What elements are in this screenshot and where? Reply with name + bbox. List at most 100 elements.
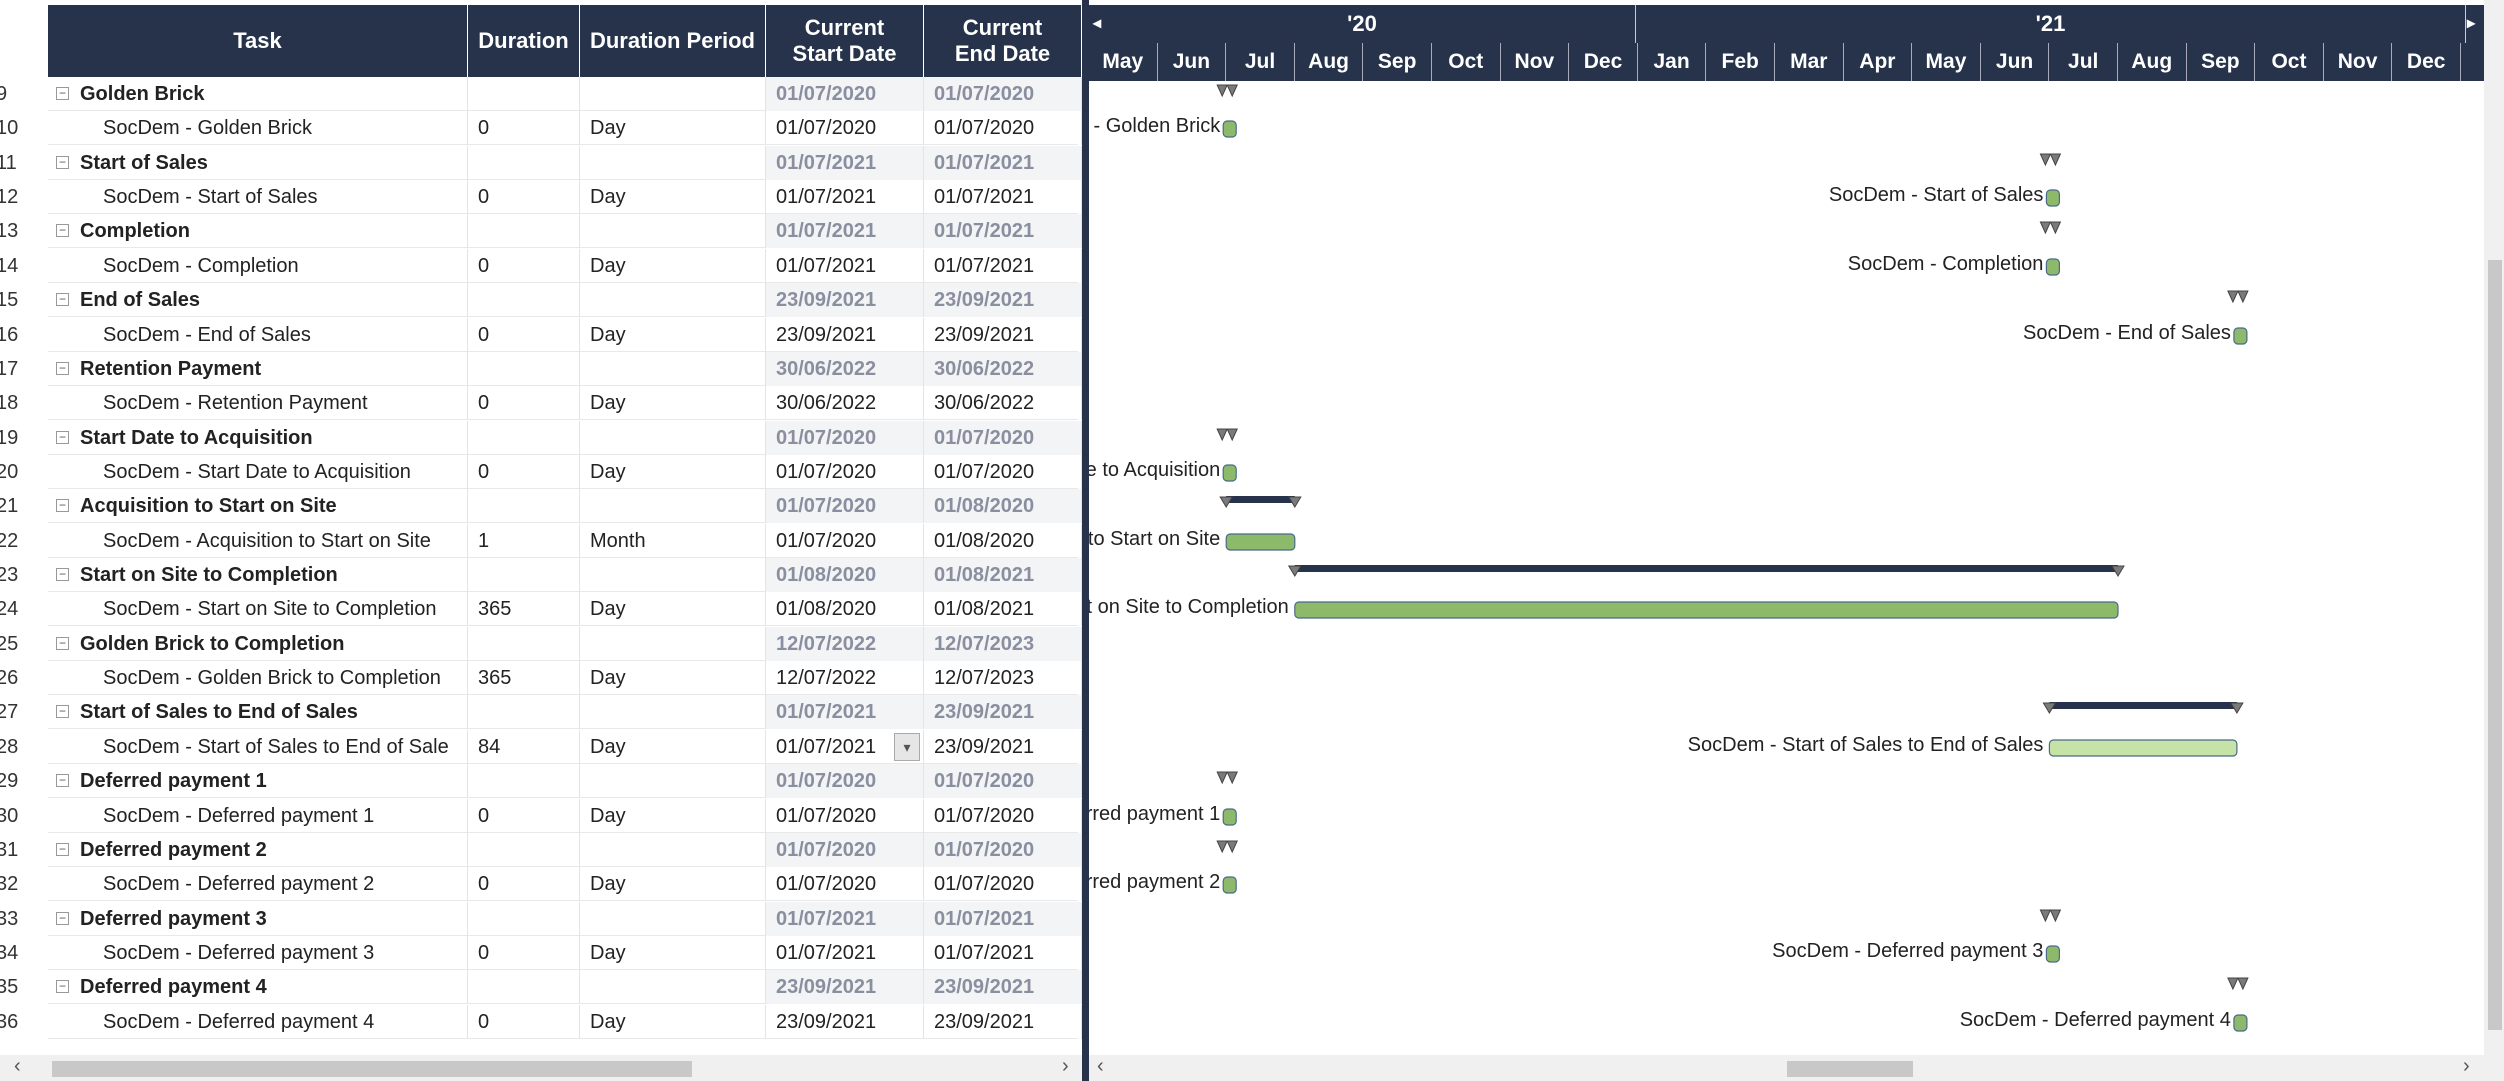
cell-start[interactable]: 01/07/2021 — [766, 936, 924, 970]
cell-start[interactable]: 30/06/2022 — [766, 386, 924, 420]
cell-end[interactable]: 01/07/2020 — [924, 799, 1082, 833]
cell-start[interactable]: 01/07/2021 — [766, 214, 924, 248]
cell-end[interactable]: 30/06/2022 — [924, 352, 1082, 386]
group-row[interactable]: Golden Brick 01/07/2020 01/07/2020 − — [48, 77, 1082, 111]
cell-duration[interactable]: 84 — [468, 730, 580, 764]
cell-duration[interactable]: 0 — [468, 1005, 580, 1039]
cell-start[interactable]: 01/08/2020 — [766, 558, 924, 592]
cell-duration[interactable] — [468, 558, 580, 592]
cell-period[interactable] — [580, 833, 766, 867]
task-row[interactable]: SocDem - Start on Site to Completion 365 D… — [48, 592, 1082, 626]
cell-period[interactable] — [580, 558, 766, 592]
cell-start[interactable]: 01/07/2021 — [766, 180, 924, 214]
cell-end[interactable]: 23/09/2021 — [924, 1005, 1082, 1039]
cell-start[interactable]: 01/07/2021 — [766, 146, 924, 180]
cell-end[interactable]: 23/09/2021 — [924, 283, 1082, 317]
cell-task[interactable]: SocDem - Start of Sales to End of Sale — [48, 730, 468, 764]
collapse-minus-icon[interactable]: − — [56, 568, 69, 581]
cell-task[interactable]: SocDem - Retention Payment — [48, 386, 468, 420]
cell-period[interactable]: Day — [580, 249, 766, 283]
group-row[interactable]: End of Sales 23/09/2021 23/09/2021 − — [48, 283, 1082, 317]
cell-task[interactable]: SocDem - End of Sales — [48, 318, 468, 352]
collapse-minus-icon[interactable]: − — [56, 637, 69, 650]
grid-scrollbar-thumb[interactable] — [52, 1061, 692, 1077]
cell-duration[interactable] — [468, 833, 580, 867]
cell-period[interactable] — [580, 421, 766, 455]
group-row[interactable]: Start of Sales 01/07/2021 01/07/2021 − — [48, 146, 1082, 180]
task-bar[interactable] — [2045, 258, 2061, 276]
cell-end[interactable]: 01/07/2021 — [924, 180, 1082, 214]
cell-task[interactable]: SocDem - Completion — [48, 249, 468, 283]
pane-splitter[interactable] — [1082, 0, 1089, 1081]
cell-end[interactable]: 12/07/2023 — [924, 627, 1082, 661]
milestone-marker[interactable] — [2227, 977, 2249, 991]
cell-start[interactable]: 01/07/2020 — [766, 764, 924, 798]
collapse-minus-icon[interactable]: − — [56, 362, 69, 375]
cell-period[interactable]: Day — [580, 592, 766, 626]
collapse-minus-icon[interactable]: − — [56, 980, 69, 993]
cell-duration[interactable] — [468, 352, 580, 386]
cell-task[interactable]: End of Sales — [48, 283, 468, 317]
cell-period[interactable]: Day — [580, 730, 766, 764]
task-row[interactable]: SocDem - Start of Sales 0 Day 01/07/2021 01/… — [48, 180, 1082, 214]
column-header-duration-period[interactable]: Duration Period — [580, 5, 766, 77]
cell-end[interactable]: 01/07/2020 — [924, 421, 1082, 455]
cell-start[interactable]: 01/07/2020 — [766, 867, 924, 901]
cell-task[interactable]: SocDem - Golden Brick — [48, 111, 468, 145]
cell-end[interactable]: 23/09/2021 — [924, 695, 1082, 729]
cell-end[interactable]: 01/07/2020 — [924, 111, 1082, 145]
cell-start[interactable]: 23/09/2021 — [766, 970, 924, 1004]
cell-period[interactable]: Day — [580, 455, 766, 489]
cell-end[interactable]: 01/07/2021 — [924, 902, 1082, 936]
group-row[interactable]: Deferred payment 4 23/09/2021 23/09/2021 − — [48, 970, 1082, 1004]
milestone-marker[interactable] — [2039, 221, 2062, 235]
cell-end[interactable]: 01/07/2021 — [924, 936, 1082, 970]
cell-start[interactable]: 12/07/2022 — [766, 661, 924, 695]
cell-period[interactable]: Day — [580, 386, 766, 420]
task-row[interactable]: SocDem - Golden Brick to Completion 365 Da… — [48, 661, 1082, 695]
group-row[interactable]: Deferred payment 2 01/07/2020 01/07/2020 − — [48, 833, 1082, 867]
cell-end[interactable]: 01/08/2020 — [924, 489, 1082, 523]
cell-duration[interactable] — [468, 902, 580, 936]
cell-task[interactable]: Deferred payment 1 — [48, 764, 468, 798]
cell-end[interactable]: 12/07/2023 — [924, 661, 1082, 695]
cell-period[interactable]: Day — [580, 799, 766, 833]
cell-duration[interactable] — [468, 764, 580, 798]
cell-task[interactable]: Retention Payment — [48, 352, 468, 386]
cell-duration[interactable]: 1 — [468, 524, 580, 558]
task-bar[interactable] — [2045, 189, 2061, 207]
cell-start[interactable]: 01/07/2020 — [766, 489, 924, 523]
group-row[interactable]: Golden Brick to Completion 12/07/2022 12/0… — [48, 627, 1082, 661]
group-row[interactable]: Retention Payment 30/06/2022 30/06/2022 − — [48, 352, 1082, 386]
cell-task[interactable]: Acquisition to Start on Site — [48, 489, 468, 523]
cell-period[interactable] — [580, 695, 766, 729]
collapse-minus-icon[interactable]: − — [56, 843, 69, 856]
cell-period[interactable] — [580, 77, 766, 111]
cell-duration[interactable]: 0 — [468, 318, 580, 352]
task-bar[interactable] — [1222, 464, 1237, 482]
task-row[interactable]: SocDem - Start of Sales to End of Sale 84… — [48, 730, 1082, 764]
task-row[interactable]: SocDem - Deferred payment 4 0 Day 23/09/202… — [48, 1005, 1082, 1039]
cell-period[interactable] — [580, 489, 766, 523]
cell-end[interactable]: 23/09/2021 — [924, 970, 1082, 1004]
group-row[interactable]: Deferred payment 1 01/07/2020 01/07/2020 − — [48, 764, 1082, 798]
cell-period[interactable] — [580, 352, 766, 386]
cell-end[interactable]: 01/07/2020 — [924, 455, 1082, 489]
cell-task[interactable]: Start Date to Acquisition — [48, 421, 468, 455]
cell-end[interactable]: 01/08/2021 — [924, 558, 1082, 592]
group-row[interactable]: Completion 01/07/2021 01/07/2021 − — [48, 214, 1082, 248]
milestone-marker[interactable] — [1216, 84, 1238, 98]
collapse-minus-icon[interactable]: − — [56, 87, 69, 100]
task-bar[interactable] — [2048, 739, 2238, 757]
cell-task[interactable]: SocDem - Deferred payment 2 — [48, 867, 468, 901]
summary-bar[interactable] — [2049, 702, 2237, 709]
arrow-right-icon[interactable]: › — [2463, 1055, 2470, 1078]
cell-task[interactable]: Start on Site to Completion — [48, 558, 468, 592]
cell-start[interactable]: 01/07/2020 — [766, 524, 924, 558]
collapse-minus-icon[interactable]: − — [56, 156, 69, 169]
cell-start[interactable]: 01/07/2020 — [766, 421, 924, 455]
cell-period[interactable] — [580, 283, 766, 317]
cell-period[interactable]: Day — [580, 936, 766, 970]
cell-duration[interactable]: 0 — [468, 867, 580, 901]
cell-task[interactable]: Start of Sales to End of Sales — [48, 695, 468, 729]
